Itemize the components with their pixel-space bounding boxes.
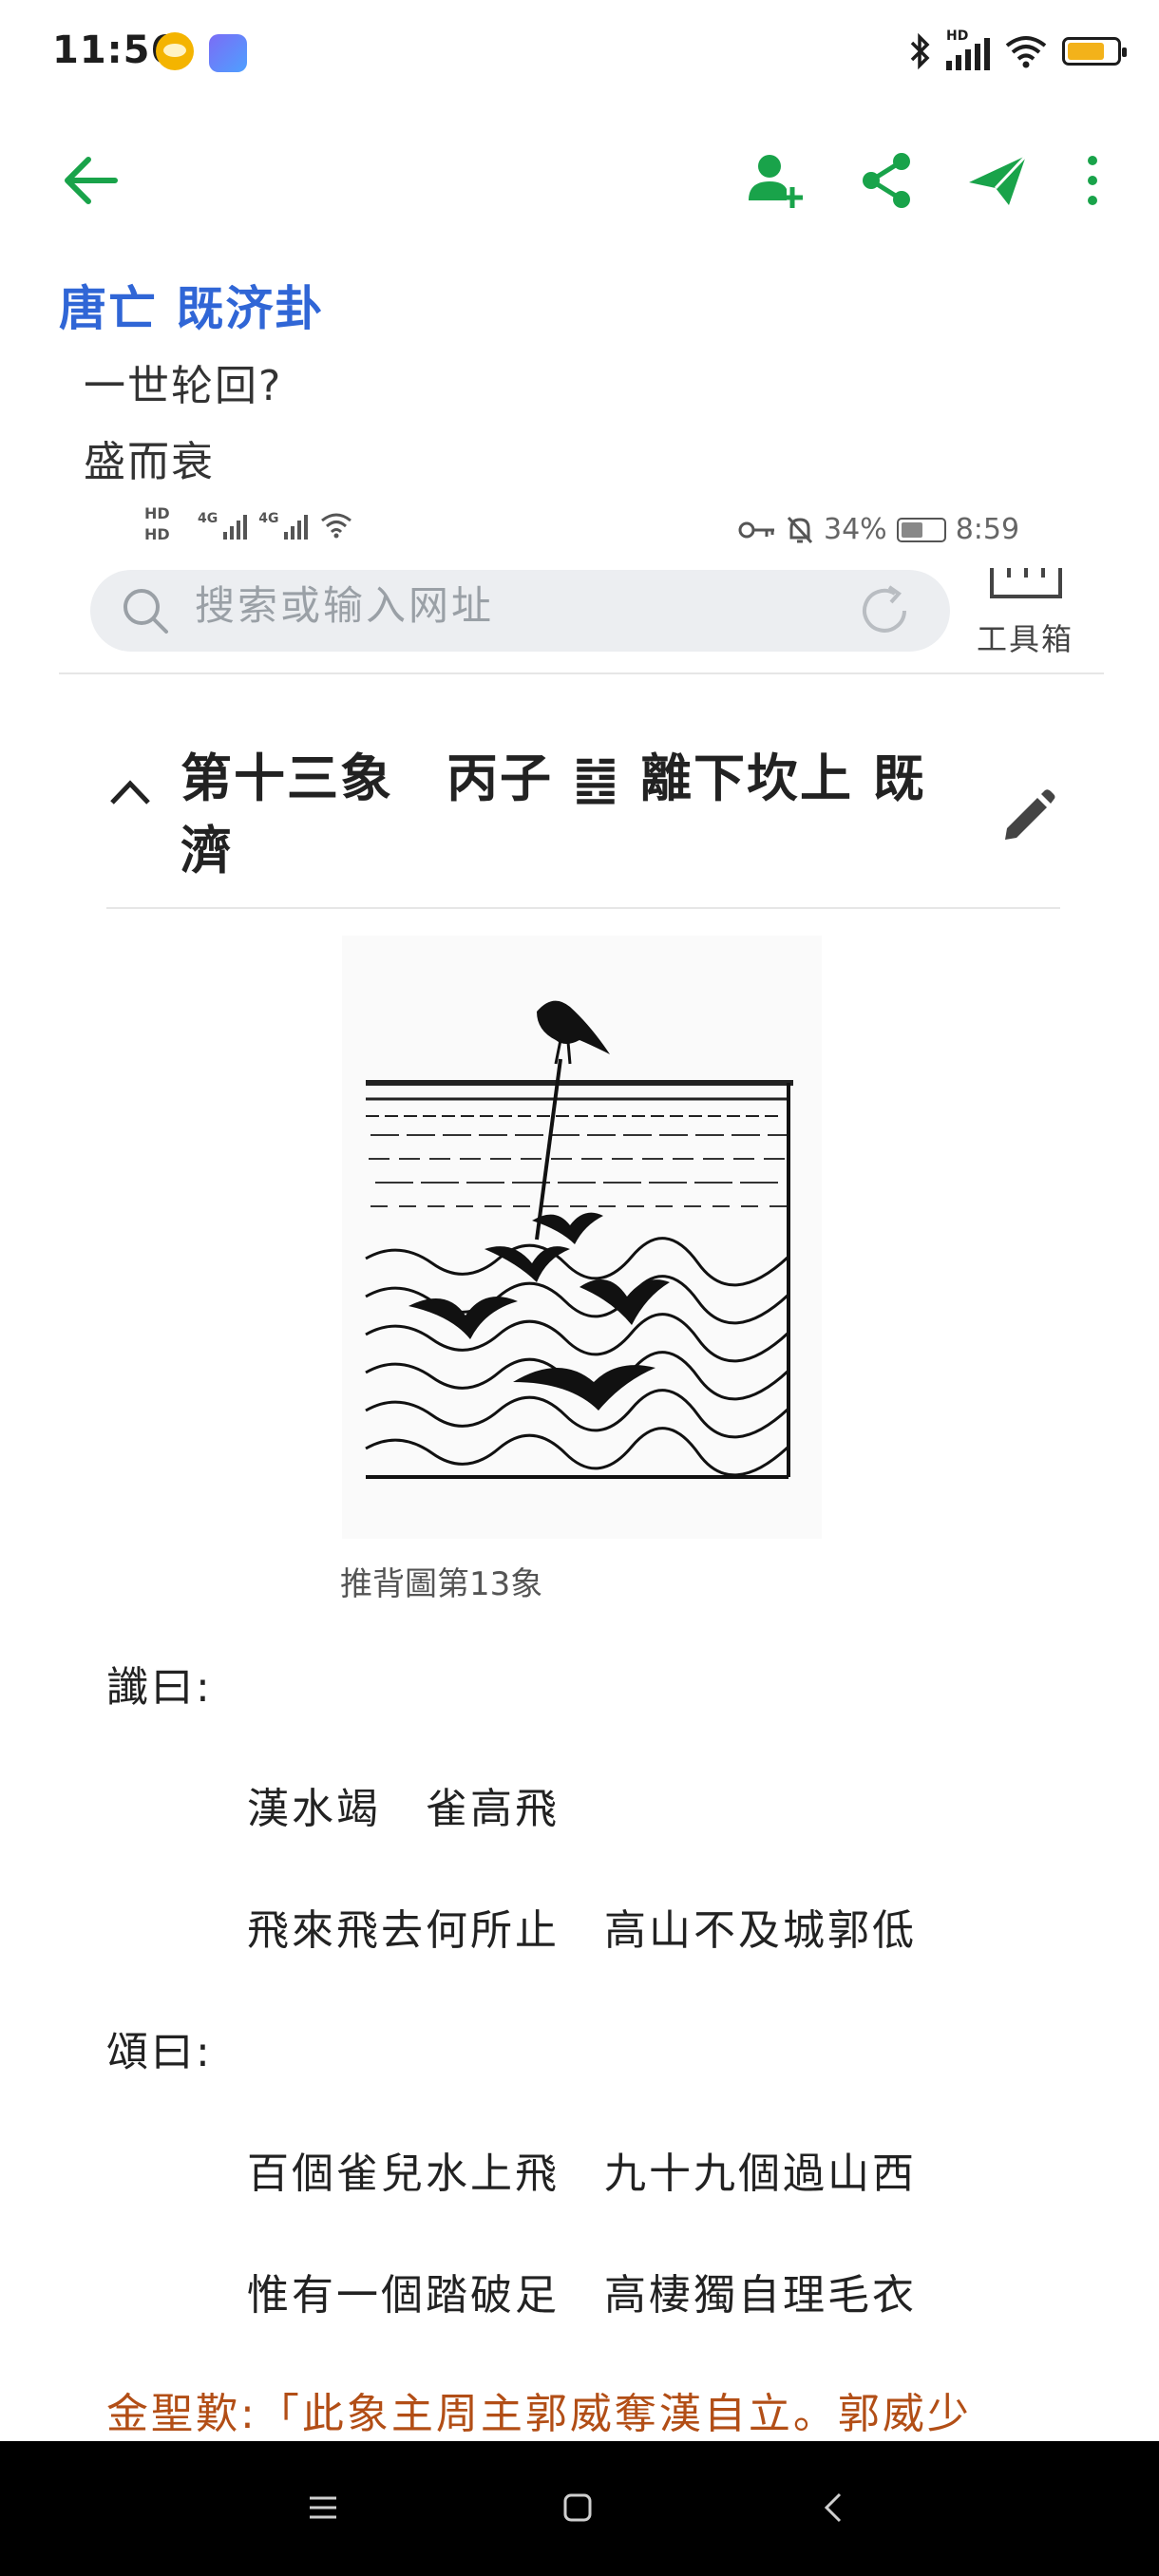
toolbox-label[interactable]: 工具箱	[977, 616, 1074, 659]
add-person-icon	[749, 155, 803, 208]
back-icon[interactable]	[817, 2491, 851, 2525]
more-icon	[1088, 156, 1097, 205]
back-arrow-icon	[65, 157, 118, 204]
note-line[interactable]: 盛而衰	[84, 427, 215, 488]
embedded-hd-badge: HD	[144, 504, 170, 522]
status-icons: HD	[908, 28, 1127, 72]
menu-icon[interactable]	[306, 2491, 340, 2525]
refresh-icon[interactable]	[855, 581, 914, 640]
embedded-net-label: 4G	[198, 511, 218, 526]
notification-app-icon-2	[209, 34, 247, 72]
chen-label: 讖曰:	[106, 1663, 213, 1712]
mute-bell-icon	[787, 516, 813, 543]
embedded-battery-icon	[896, 517, 946, 542]
share-button[interactable]	[848, 142, 924, 218]
signal-icon: HD	[946, 28, 990, 70]
image-caption: 推背圖第13象	[340, 1565, 543, 1603]
tuibeitu-illustration	[342, 936, 822, 1539]
more-options-button[interactable]	[1074, 142, 1112, 218]
send-button[interactable]	[960, 142, 1036, 218]
embedded-hd-badge-2: HD	[144, 525, 170, 543]
embedded-battery-percent: 34%	[824, 513, 887, 546]
hd-badge: HD	[946, 28, 969, 44]
back-button[interactable]	[48, 142, 133, 218]
embedded-status-bar: HD HD 4G 4G 34% 8:59	[144, 503, 1020, 560]
note-title[interactable]: 唐亡 既济卦	[59, 271, 324, 339]
toolbox-icon[interactable]	[988, 568, 1064, 606]
wifi-icon	[1005, 36, 1047, 68]
header-divider	[59, 672, 1104, 674]
song-line: 惟有一個踏破足 高棲獨自理毛衣	[247, 2271, 917, 2320]
section-title: 第十三象 丙子 ䷾ 離下坎上 既濟	[180, 748, 926, 881]
share-icon	[863, 153, 910, 208]
bluetooth-icon	[910, 32, 930, 70]
chevron-up-icon[interactable]	[106, 774, 154, 808]
send-icon	[969, 154, 1028, 205]
note-line[interactable]: 一世轮回?	[84, 351, 282, 412]
search-input[interactable]: 搜索或输入网址	[195, 574, 494, 632]
song-line: 百個雀兒水上飛 九十九個過山西	[247, 2150, 917, 2198]
home-icon[interactable]	[560, 2491, 595, 2525]
embedded-net-label-2: 4G	[258, 511, 279, 526]
add-collaborator-button[interactable]	[736, 142, 812, 218]
section-divider	[106, 907, 1060, 909]
commentary-text: 金聖歎:「此象主周主郭威奪漢自立。郭威少	[106, 2390, 972, 2438]
key-icon	[738, 521, 774, 538]
chen-line: 漢水竭 雀高飛	[247, 1785, 560, 1833]
edit-pencil-icon[interactable]	[998, 786, 1058, 847]
notification-app-icon	[156, 32, 194, 70]
embedded-time: 8:59	[955, 513, 1020, 546]
battery-icon	[1062, 37, 1127, 66]
system-nav-bar	[0, 2441, 1159, 2576]
chen-line: 飛來飛去何所止 高山不及城郭低	[247, 1906, 917, 1955]
search-icon	[124, 589, 168, 634]
embedded-signal-icon: 4G 4G	[198, 511, 353, 540]
embedded-wifi-icon	[321, 513, 352, 539]
song-label: 頌曰:	[106, 2028, 213, 2076]
